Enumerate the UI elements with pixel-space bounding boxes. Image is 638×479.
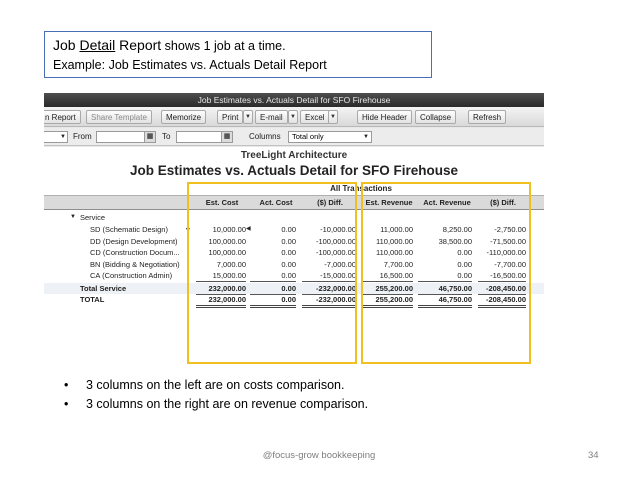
columns-dropdown-icon[interactable]: ▼	[363, 131, 369, 143]
bullet-dot: •	[64, 378, 69, 392]
row-label: CD (Construction Docum...	[90, 248, 180, 257]
report-toolbar: n Report Share Template Memorize Print ▼…	[44, 107, 544, 127]
columns-select[interactable]: Total only	[288, 131, 372, 143]
share-template-button[interactable]: Share Template	[86, 110, 152, 124]
email-button[interactable]: E-mail	[255, 110, 288, 124]
title-detail: Detail	[79, 37, 116, 53]
columns-label: Columns	[249, 132, 281, 141]
bullet-text: 3 columns on the right are on revenue co…	[86, 397, 369, 411]
excel-dropdown-icon[interactable]: ▼	[328, 110, 338, 124]
bullet-item: • 3 columns on the right are on revenue …	[64, 395, 368, 414]
print-dropdown-icon[interactable]: ▼	[243, 110, 253, 124]
cost-columns-highlight	[187, 182, 357, 364]
slide-subtitle: Example: Job Estimates vs. Actuals Detai…	[53, 58, 327, 72]
bullet-list: • 3 columns on the left are on costs com…	[64, 376, 368, 414]
excel-button[interactable]: Excel	[300, 110, 330, 124]
report-button[interactable]: n Report	[44, 110, 81, 124]
title-part1: Job	[53, 37, 80, 53]
slide-title: Job Detail Report shows 1 job at a time.	[53, 36, 423, 56]
from-label: From	[73, 132, 92, 141]
bullet-item: • 3 columns on the left are on costs com…	[64, 376, 368, 395]
row-label: TOTAL	[80, 295, 105, 304]
row-label: DD (Design Development)	[90, 236, 178, 246]
filter-bar: ▼ From ▦ To ▦ Columns Total only ▼	[44, 128, 544, 146]
footer-brand: @focus-grow bookkeeping	[262, 450, 376, 461]
hide-header-button[interactable]: Hide Header	[357, 110, 412, 124]
section-label: Service	[80, 213, 106, 222]
collapse-triangle-icon[interactable]: ▼	[70, 212, 76, 223]
row-label: SD (Schematic Design)	[90, 225, 168, 234]
from-calendar-icon[interactable]: ▦	[144, 131, 156, 143]
print-button[interactable]: Print	[217, 110, 244, 124]
revenue-columns-highlight	[361, 182, 531, 364]
to-calendar-icon[interactable]: ▦	[221, 131, 233, 143]
dates-dropdown-icon[interactable]: ▼	[60, 131, 66, 143]
refresh-button[interactable]: Refresh	[468, 110, 507, 124]
title-part2: Report	[115, 37, 162, 53]
bullet-text: 3 columns on the left are on costs compa…	[86, 378, 345, 392]
memorize-button[interactable]: Memorize	[161, 110, 207, 124]
company-name: TreeLight Architecture	[240, 150, 348, 161]
to-label: To	[162, 132, 171, 141]
email-dropdown-icon[interactable]: ▼	[288, 110, 298, 124]
page-number: 34	[588, 450, 599, 461]
report-title: Job Estimates vs. Actuals Detail for SFO…	[129, 163, 459, 178]
bullet-dot: •	[64, 397, 69, 411]
row-label: BN (Bidding & Negotiation)	[90, 259, 180, 269]
window-title: Job Estimates vs. Actuals Detail for SFO…	[44, 93, 544, 107]
collapse-button[interactable]: Collapse	[415, 110, 457, 124]
row-label: Total Service	[80, 283, 127, 293]
row-label: CA (Construction Admin)	[90, 271, 173, 280]
slide-title-box: Job Detail Report shows 1 job at a time.…	[44, 31, 432, 78]
title-tail: shows 1 job at a time.	[161, 39, 286, 53]
